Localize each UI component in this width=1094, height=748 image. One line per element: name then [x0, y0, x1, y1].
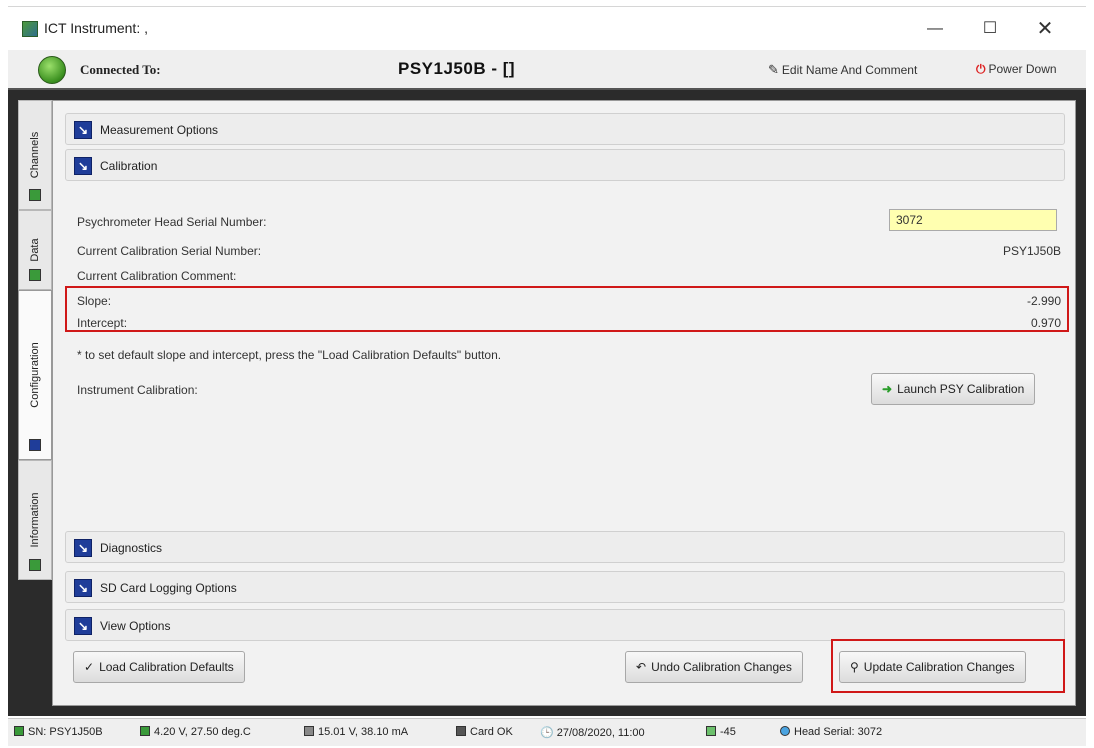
section-diagnostics[interactable]: ↘ Diagnostics: [65, 531, 1065, 563]
channels-icon: [29, 189, 41, 201]
datetime-text: 27/08/2020, 11:00: [556, 727, 645, 739]
information-icon: [29, 559, 41, 571]
section-label: Calibration: [100, 159, 158, 173]
data-download-icon: [29, 269, 41, 281]
pencil-icon: ✎: [768, 62, 779, 77]
section-label: View Options: [100, 619, 171, 633]
update-label: Update Calibration Changes: [863, 660, 1015, 674]
configuration-icon: [29, 439, 41, 451]
cal-comment-label: Current Calibration Comment:: [77, 269, 237, 283]
tab-data-label: Data: [29, 238, 41, 262]
intercept-value: 0.970: [1030, 316, 1061, 330]
intercept-label: Intercept:: [77, 316, 128, 330]
wrench-icon: ↘: [74, 579, 92, 597]
signal-icon: [706, 726, 716, 736]
head-icon: [780, 726, 790, 736]
connection-status-icon: [38, 56, 66, 84]
status-bar: SN: PSY1J50B 4.20 V, 27.50 deg.C 15.01 V…: [8, 718, 1086, 746]
connection-header: Connected To: PSY1J50B - [] ✎ Edit Name A…: [8, 50, 1086, 90]
power-down-label: Power Down: [988, 62, 1057, 76]
tab-channels[interactable]: Channels: [18, 100, 52, 210]
arrow-right-icon: ➜: [882, 382, 893, 396]
load-defaults-button[interactable]: ✓ Load Calibration Defaults: [73, 651, 245, 683]
wrench-icon: ↘: [74, 539, 92, 557]
section-measurement-options[interactable]: ↘ Measurement Options: [65, 113, 1065, 145]
tab-channels-label: Channels: [29, 131, 41, 179]
section-label: Measurement Options: [100, 123, 219, 137]
update-calibration-button[interactable]: ⚲ Update Calibration Changes: [839, 651, 1026, 683]
undo-label: Undo Calibration Changes: [651, 660, 792, 674]
cal-serial-label: Current Calibration Serial Number:: [77, 244, 262, 258]
launch-calibration-button[interactable]: ➜ Launch PSY Calibration: [871, 373, 1036, 405]
side-tab-strip: Channels Data Configuration Information: [18, 100, 52, 700]
tab-configuration-label: Configuration: [29, 342, 41, 408]
edit-name-label: Edit Name And Comment: [781, 63, 918, 77]
section-view-options[interactable]: ↘ View Options: [65, 609, 1065, 641]
device-icon: [14, 726, 24, 736]
datetime-status: 🕒 27/08/2020, 11:00: [540, 726, 645, 739]
edit-name-button[interactable]: ✎ Edit Name And Comment: [768, 62, 917, 78]
close-button[interactable]: ✕: [1023, 15, 1067, 43]
wrench-icon: ↘: [74, 121, 92, 139]
power-down-button[interactable]: ⏻ Power Down: [976, 62, 1057, 77]
battery-icon: [140, 726, 150, 736]
slope-label: Slope:: [77, 294, 112, 308]
calibration-note: * to set default slope and intercept, pr…: [77, 348, 502, 362]
load-defaults-label: Load Calibration Defaults: [99, 660, 234, 674]
sn-text: SN: PSY1J50B: [28, 726, 103, 738]
power-supply-icon: [304, 726, 314, 736]
power-icon: ⏻: [976, 62, 986, 76]
maximize-button[interactable]: ☐: [968, 15, 1012, 43]
card-text: Card OK: [470, 726, 513, 738]
head-serial-status: Head Serial: 3072: [780, 726, 882, 738]
clock-icon: 🕒: [540, 727, 557, 739]
power-text: 15.01 V, 38.10 mA: [318, 726, 409, 738]
undo-icon: ↶: [636, 660, 647, 674]
tab-information-label: Information: [29, 492, 41, 548]
wrench-icon: ↘: [74, 157, 92, 175]
signal-status: -45: [706, 726, 736, 738]
minimize-button[interactable]: —: [913, 15, 957, 43]
section-sd-card-logging[interactable]: ↘ SD Card Logging Options: [65, 571, 1065, 603]
power-status: 15.01 V, 38.10 mA: [304, 726, 408, 738]
head-serial-label: Psychrometer Head Serial Number:: [77, 215, 267, 229]
serial-number-status: SN: PSY1J50B: [14, 726, 103, 738]
section-label: Diagnostics: [100, 541, 163, 555]
title-bar: ICT Instrument: , — ☐ ✕: [8, 6, 1086, 50]
section-label: SD Card Logging Options: [100, 581, 237, 595]
tab-configuration[interactable]: Configuration: [18, 290, 52, 460]
cal-serial-value: PSY1J50B: [1002, 244, 1061, 258]
slope-value: -2.990: [1026, 294, 1061, 308]
connected-label: Connected To:: [80, 62, 161, 77]
section-calibration[interactable]: ↘ Calibration: [65, 149, 1065, 181]
head-serial-text: Head Serial: 3072: [794, 726, 883, 738]
sd-card-icon: [456, 726, 466, 736]
battery-text: 4.20 V, 27.50 deg.C: [154, 726, 251, 738]
configuration-panel: ↘ Measurement Options ↘ Calibration Psyc…: [52, 100, 1076, 706]
tab-data[interactable]: Data: [18, 210, 52, 290]
checkmark-icon: ✓: [84, 660, 95, 674]
app-icon: [22, 21, 38, 37]
undo-calibration-button[interactable]: ↶ Undo Calibration Changes: [625, 651, 803, 683]
wrench-icon: ↘: [74, 617, 92, 635]
launch-calibration-label: Launch PSY Calibration: [897, 382, 1025, 396]
battery-status: 4.20 V, 27.50 deg.C: [140, 726, 251, 738]
instrument-calibration-label: Instrument Calibration:: [77, 383, 198, 397]
card-status: Card OK: [456, 726, 513, 738]
window-title: ICT Instrument: ,: [44, 20, 148, 36]
signal-text: -45: [720, 726, 736, 738]
head-serial-input[interactable]: [889, 209, 1057, 231]
tab-information[interactable]: Information: [18, 460, 52, 580]
device-name: PSY1J50B - []: [398, 59, 516, 78]
pin-icon: ⚲: [850, 660, 859, 674]
main-frame: Channels Data Configuration Information …: [8, 90, 1086, 716]
slope-intercept-highlight: [65, 286, 1069, 332]
